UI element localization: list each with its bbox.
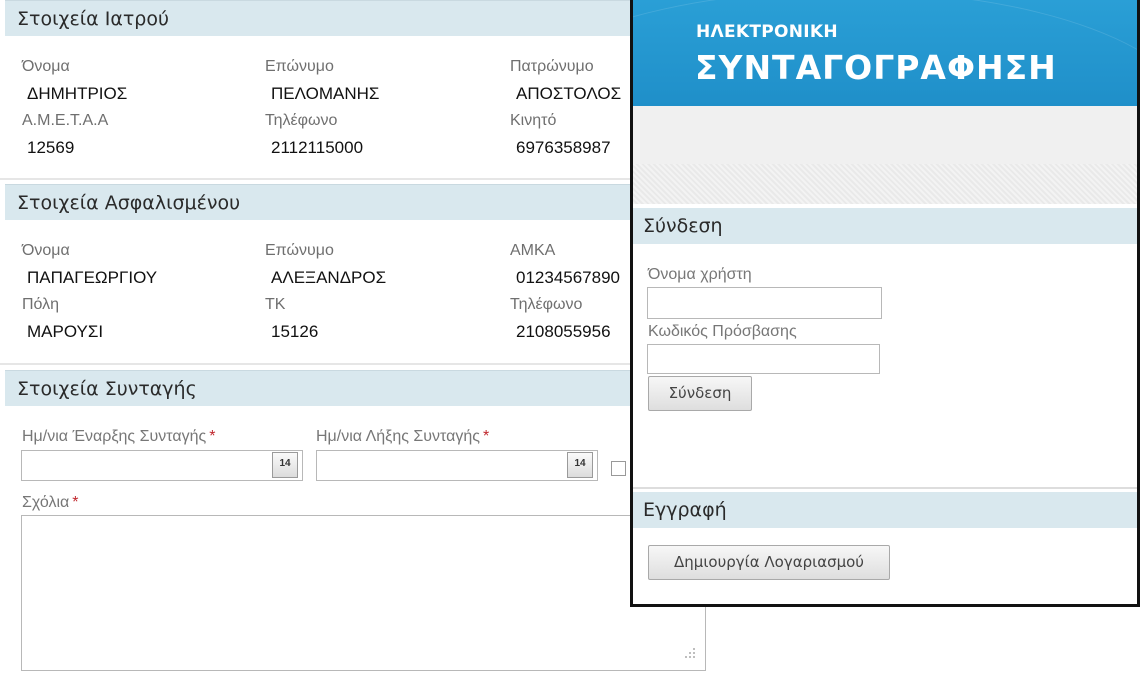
comments-label: Σχόλια * [22, 494, 79, 512]
nav-band [633, 106, 1137, 165]
resize-grip-icon [685, 648, 695, 658]
insured-postcode-label: ΤΚ [265, 296, 286, 313]
app-banner: ΗΛΕΚΤΡΟΝΙΚΗ ΣΥΝΤΑΓΟΓΡΑΦΗΣΗ [633, 0, 1137, 252]
insured-phone-label: Τηλέφωνο [510, 296, 583, 313]
insured-postcode: 15126 [271, 322, 319, 341]
prescription-section-header: Στοιχεία Συνταγής [5, 370, 705, 406]
start-date-label: Ημ/νια Έναρξης Συνταγής * [22, 428, 215, 446]
panel-divider [633, 487, 1137, 489]
insured-section-header: Στοιχεία Ασφαλισμένου [5, 184, 705, 220]
section-divider [0, 178, 705, 180]
insured-first-name-label: Όνομα [22, 242, 70, 259]
insured-city-label: Πόλη [22, 296, 60, 313]
doctor-section-header: Στοιχεία Ιατρού [5, 0, 705, 36]
create-account-button[interactable]: Δημιουργία Λογαριασμού [648, 545, 890, 580]
pattern-band [633, 164, 1137, 204]
doctor-father-name: ΑΠΟΣΤΟΛΟΣ [516, 84, 622, 103]
comments-label-text: Σχόλια [22, 494, 70, 511]
insured-first-name: ΠΑΠΑΓΕΩΡΓΙΟΥ [27, 268, 158, 287]
register-section-header: Εγγραφή [633, 492, 1137, 528]
end-date-label-text: Ημ/νια Λήξης Συνταγής [316, 428, 480, 445]
doctor-first-name: ΔΗΜΗΤΡΙΟΣ [27, 84, 128, 103]
doctor-phone-label: Τηλέφωνο [265, 112, 338, 129]
prescription-checkbox[interactable] [611, 461, 626, 476]
textarea-resize-handle[interactable] [678, 645, 698, 661]
insured-city: ΜΑΡΟΥΣΙ [27, 322, 104, 341]
doctor-father-name-label: Πατρώνυμο [510, 58, 594, 75]
insured-last-name-label: Επώνυμο [265, 242, 334, 259]
doctor-ameta-label: Α.Μ.Ε.Τ.Α.Α [22, 112, 109, 129]
doctor-mobile-label: Κινητό [510, 112, 557, 129]
doctor-mobile: 6976358987 [516, 138, 611, 157]
insured-last-name: ΑΛΕΞΑΝΔΡΟΣ [271, 268, 387, 287]
start-date-label-text: Ημ/νια Έναρξης Συνταγής [22, 428, 207, 445]
doctor-phone: 2112115000 [271, 138, 364, 157]
password-label: Κωδικός Πρόσβασης [648, 323, 797, 340]
username-label: Όνομα χρήστη [648, 266, 752, 283]
login-panel: ΗΛΕΚΤΡΟΝΙΚΗ ΣΥΝΤΑΓΟΓΡΑΦΗΣΗ Σύνδεση Όνομα… [630, 0, 1140, 607]
login-section-header: Σύνδεση [633, 208, 1137, 244]
start-date-calendar-icon[interactable]: 14 [272, 452, 298, 478]
comments-textarea[interactable] [21, 515, 706, 671]
end-date-calendar-icon[interactable]: 14 [567, 452, 593, 478]
username-input[interactable] [647, 287, 882, 319]
required-marker: * [482, 428, 490, 445]
end-date-input[interactable] [316, 450, 598, 481]
required-marker: * [209, 428, 216, 445]
start-date-input[interactable] [21, 450, 303, 481]
doctor-last-name-label: Επώνυμο [265, 58, 334, 75]
doctor-first-name-label: Όνομα [22, 58, 70, 75]
doctor-ameta: 12569 [27, 138, 75, 157]
insured-amka: 01234567890 [516, 268, 621, 287]
section-divider [0, 363, 705, 365]
insured-amka-label: ΑΜΚΑ [510, 242, 556, 259]
banner-title-line1: ΗΛΕΚΤΡΟΝΙΚΗ [696, 22, 838, 42]
login-button[interactable]: Σύνδεση [648, 376, 752, 411]
password-input[interactable] [647, 344, 880, 374]
end-date-label: Ημ/νια Λήξης Συνταγής * [316, 428, 489, 446]
doctor-last-name: ΠΕΛΟΜΑΝΗΣ [271, 84, 380, 103]
required-marker: * [72, 494, 79, 511]
insured-phone: 2108055956 [516, 322, 611, 341]
banner-title-line2: ΣΥΝΤΑΓΟΓΡΑΦΗΣΗ [695, 48, 1057, 87]
